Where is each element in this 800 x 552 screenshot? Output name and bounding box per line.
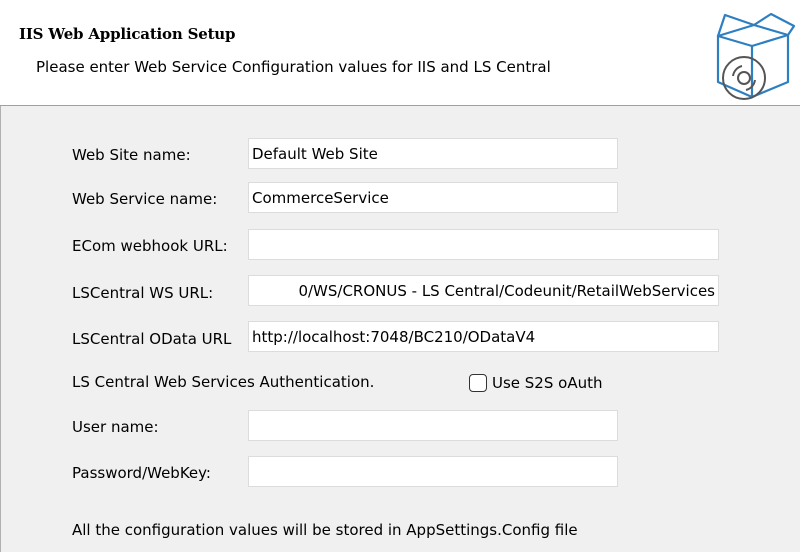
password-label: Password/WebKey: xyxy=(72,464,211,482)
ecom-webhook-url-input[interactable] xyxy=(248,229,719,260)
user-name-label: User name: xyxy=(72,418,159,436)
lscentral-odata-url-input[interactable] xyxy=(248,321,719,352)
config-storage-note: All the configuration values will be sto… xyxy=(72,521,578,539)
webservice-name-label: Web Service name: xyxy=(72,190,218,208)
s2s-oauth-checkbox[interactable]: Use S2S oAuth xyxy=(469,372,602,394)
ecom-webhook-url-label: ECom webhook URL: xyxy=(72,237,228,255)
software-box-cd-icon xyxy=(716,12,796,100)
s2s-oauth-checkbox-box[interactable] xyxy=(469,374,487,392)
lscentral-odata-url-label: LSCentral OData URL xyxy=(72,330,232,348)
page-subtitle: Please enter Web Service Configuration v… xyxy=(36,58,551,76)
auth-section-label: LS Central Web Services Authentication. xyxy=(72,373,375,391)
password-input[interactable] xyxy=(248,456,618,487)
user-name-input[interactable] xyxy=(248,410,618,441)
website-name-label: Web Site name: xyxy=(72,146,191,164)
wizard-header: IIS Web Application Setup Please enter W… xyxy=(0,0,800,106)
webservice-name-input[interactable] xyxy=(248,182,618,213)
lscentral-ws-url-input[interactable] xyxy=(248,275,719,306)
website-name-input[interactable] xyxy=(248,138,618,169)
s2s-oauth-checkbox-label[interactable]: Use S2S oAuth xyxy=(492,374,602,392)
page-title: IIS Web Application Setup xyxy=(19,25,236,43)
lscentral-ws-url-label: LSCentral WS URL: xyxy=(72,284,214,302)
